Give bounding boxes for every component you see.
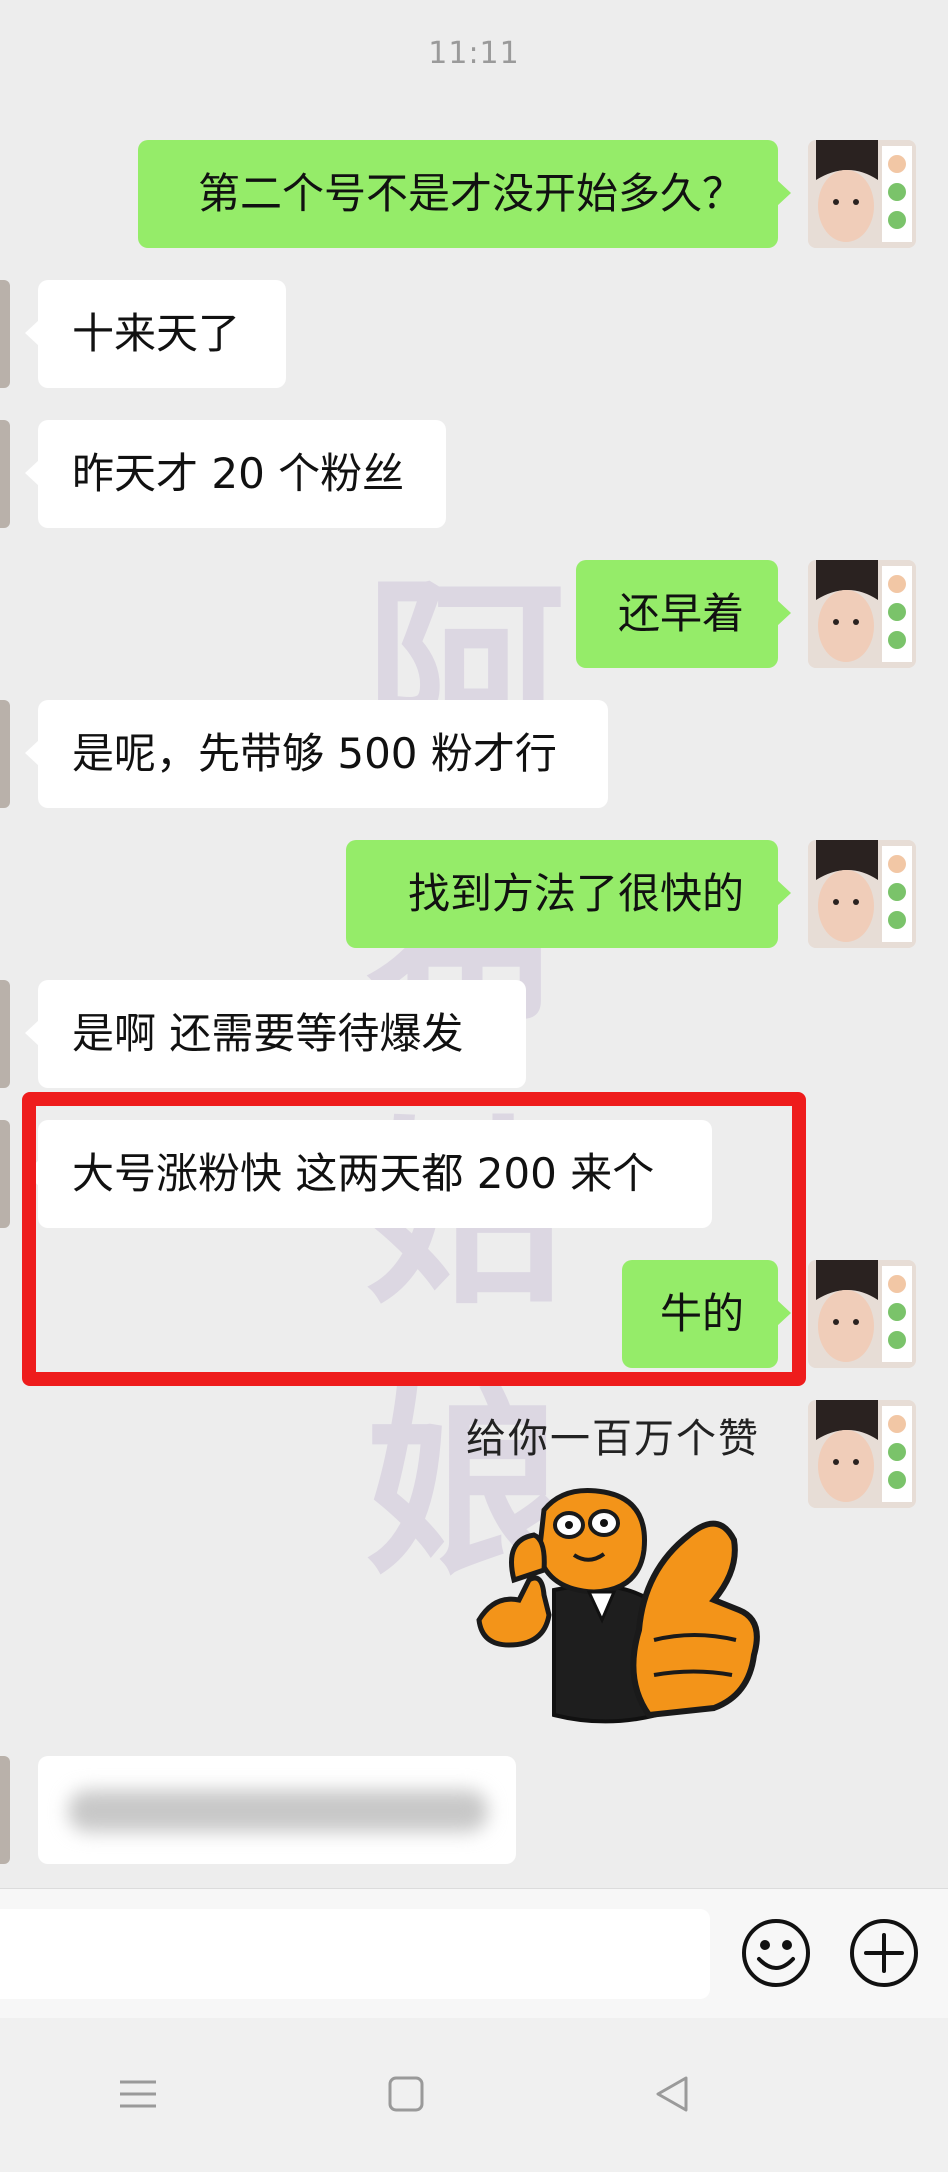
avatar[interactable] [808, 140, 916, 248]
outgoing-message[interactable]: 还早着 [576, 560, 791, 668]
avatar[interactable] [0, 700, 10, 808]
avatar[interactable] [0, 420, 10, 528]
back-icon[interactable] [648, 2070, 696, 2118]
blurred-message[interactable] [38, 1756, 516, 1864]
timestamp: 11:11 [428, 36, 520, 71]
avatar[interactable] [0, 1120, 10, 1228]
avatar[interactable] [0, 980, 10, 1088]
sticker-caption: 给你一百万个赞 [466, 1416, 760, 1462]
avatar-image [808, 560, 916, 668]
message-input[interactable] [0, 1909, 710, 1999]
avatar-image [808, 1260, 916, 1368]
incoming-message[interactable]: 十来天了 [25, 280, 286, 388]
incoming-message[interactable]: 是呢，先带够 500 粉才行 [25, 700, 608, 808]
emoji-icon[interactable] [740, 1917, 812, 1989]
outgoing-message[interactable]: 第二个号不是才没开始多久？ [138, 140, 791, 248]
chat-area: 11:11 阿 希 姑 娘 第二个号不是才没开始多久？ 十来天了 昨天才 20 … [0, 0, 948, 1888]
avatar[interactable] [0, 1756, 10, 1864]
thumbs-up-bear-sticker[interactable] [474, 1480, 774, 1730]
avatar-image [808, 140, 916, 248]
avatar-image [808, 840, 916, 948]
highlight-box [22, 1092, 806, 1386]
incoming-message[interactable]: 昨天才 20 个粉丝 [25, 420, 446, 528]
navigation-bar [0, 2018, 948, 2172]
avatar[interactable] [808, 1400, 916, 1508]
input-bar [0, 1888, 948, 2019]
incoming-message[interactable]: 是啊 还需要等待爆发 [25, 980, 526, 1088]
blurred-text [68, 1790, 488, 1832]
outgoing-message[interactable]: 找到方法了很快的 [346, 840, 791, 948]
menu-icon[interactable] [114, 2070, 162, 2118]
plus-icon[interactable] [848, 1917, 920, 1989]
avatar[interactable] [0, 280, 10, 388]
avatar[interactable] [808, 560, 916, 668]
avatar[interactable] [808, 1260, 916, 1368]
home-icon[interactable] [382, 2070, 430, 2118]
avatar-image [808, 1400, 916, 1508]
avatar[interactable] [808, 840, 916, 948]
